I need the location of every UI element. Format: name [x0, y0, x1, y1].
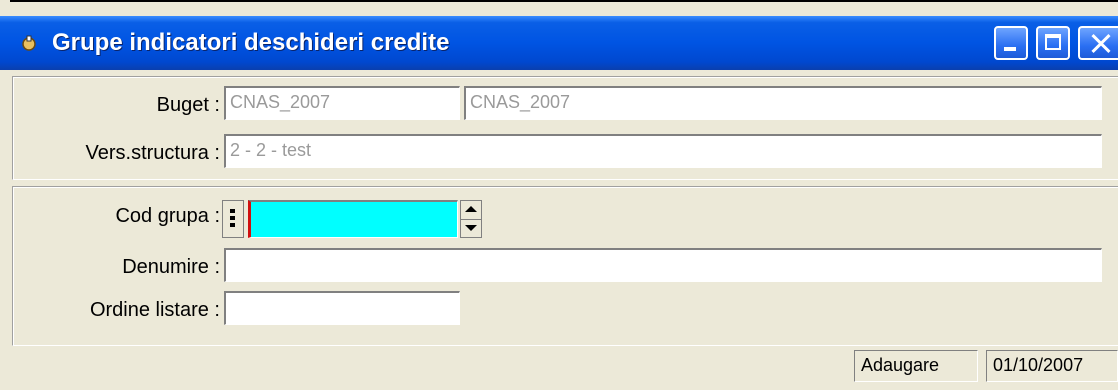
buget-label: Buget : [156, 94, 220, 116]
maximize-button[interactable] [1036, 26, 1070, 60]
versiune-field[interactable]: 2 - 2 - test [224, 134, 1102, 168]
window: Grupe indicatori deschideri credite Buge… [0, 0, 1118, 390]
buget-name-field[interactable]: CNAS_2007 [464, 86, 1102, 120]
ordine-listare-label: Ordine listare : [89, 299, 220, 321]
buget-code-field[interactable]: CNAS_2007 [224, 86, 460, 120]
top-border [10, 0, 1118, 2]
denumire-label: Denumire : [122, 256, 220, 278]
app-icon [22, 35, 36, 51]
cod-grupa-input[interactable] [248, 200, 458, 238]
title-bar[interactable]: Grupe indicatori deschideri credite [0, 16, 1118, 70]
ordine-listare-input[interactable] [224, 291, 460, 325]
denumire-input[interactable] [224, 248, 1102, 282]
status-date: 01/10/2007 [986, 350, 1118, 382]
spin-down-icon[interactable] [465, 225, 477, 231]
spin-up-icon[interactable] [465, 206, 477, 212]
minimize-button[interactable] [994, 26, 1028, 60]
cod-grupa-spinner[interactable] [460, 200, 482, 238]
window-title: Grupe indicatori deschideri credite [52, 29, 450, 56]
cod-grupa-label: Cod grupa : [115, 205, 220, 227]
close-button[interactable] [1078, 26, 1118, 60]
status-mode: Adaugare [854, 350, 978, 382]
lookup-button[interactable] [222, 200, 244, 238]
versiune-label: Vers.structura : [85, 142, 221, 164]
